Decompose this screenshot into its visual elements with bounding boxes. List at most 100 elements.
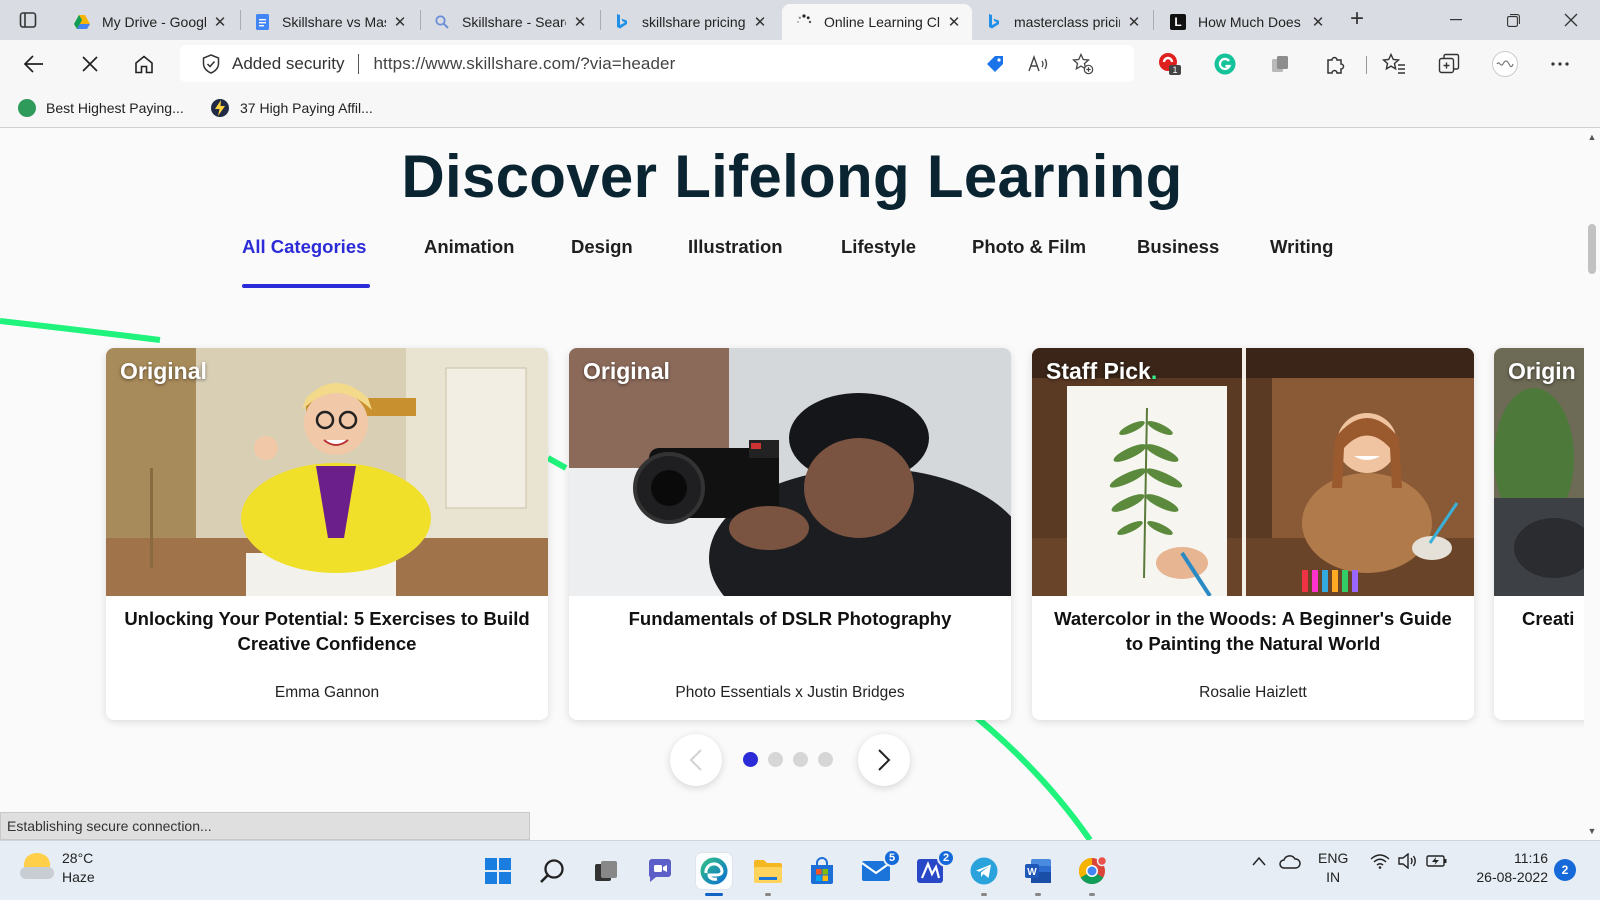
vertical-scrollbar[interactable]: ▲ ▼ [1584, 128, 1600, 840]
carousel-prev-button[interactable] [670, 734, 722, 786]
chrome-icon[interactable] [1074, 853, 1110, 889]
carousel-next-button[interactable] [858, 734, 910, 786]
tab-skillshare-vs-masterclass[interactable]: Skillshare vs MasterClass ✕ [240, 4, 418, 40]
carousel-dot[interactable] [743, 752, 758, 767]
class-card[interactable]: Original Fundamentals of DSLR Photograph… [569, 348, 1011, 720]
category-tab-all[interactable]: All Categories [242, 236, 366, 258]
adblock-extension-icon[interactable]: 1 [1157, 51, 1183, 77]
task-view-icon[interactable] [588, 853, 624, 889]
class-author[interactable]: Emma Gannon [122, 684, 532, 702]
volume-icon[interactable] [1398, 852, 1418, 872]
tag-icon[interactable] [984, 53, 1006, 75]
address-bar[interactable]: Added security https://www.skillshare.co… [180, 45, 1134, 82]
onedrive-cloud-icon[interactable] [1279, 855, 1301, 872]
category-tab-business[interactable]: Business [1137, 236, 1219, 258]
system-clock[interactable]: 11:16 26-08-2022 [1468, 849, 1548, 887]
class-title[interactable]: Watercolor in the Woods: A Beginner's Gu… [1048, 606, 1458, 656]
extension-icon[interactable] [1267, 51, 1293, 77]
grammarly-icon[interactable] [1212, 51, 1238, 77]
language-indicator[interactable]: ENG IN [1318, 849, 1348, 887]
class-card[interactable]: Staff Pick. Watercolor in the Woods: A B… [1032, 348, 1474, 720]
clock-date: 26-08-2022 [1476, 869, 1548, 885]
close-icon[interactable]: ✕ [392, 14, 408, 31]
favorite-link[interactable]: 37 High Paying Affil... [210, 97, 373, 119]
status-bar: Establishing secure connection... [0, 812, 530, 840]
minimize-button[interactable] [1440, 8, 1472, 32]
favorites-icon[interactable] [1381, 51, 1407, 77]
tab-how-much-does[interactable]: L How Much Does ✕ [1156, 4, 1336, 40]
tab-title: Skillshare vs MasterClass [282, 14, 386, 30]
google-docs-icon [254, 14, 270, 30]
battery-charging-icon[interactable] [1426, 853, 1448, 872]
class-author[interactable]: Photo Essentials x Justin Bridges [585, 684, 995, 702]
scrollbar-thumb[interactable] [1588, 224, 1596, 274]
taskbar-search-icon[interactable] [534, 853, 570, 889]
telegram-icon[interactable] [966, 853, 1002, 889]
close-icon[interactable]: ✕ [1310, 14, 1326, 31]
tab-actions-icon[interactable] [16, 8, 40, 32]
site-favicon-icon [18, 99, 36, 117]
tab-skillshare-pricing[interactable]: skillshare pricing ✕ [600, 4, 778, 40]
new-tab-button[interactable]: + [1345, 7, 1369, 32]
class-title[interactable]: Unlocking Your Potential: 5 Exercises to… [122, 606, 532, 656]
show-hidden-icons[interactable] [1252, 853, 1266, 869]
clock-time: 11:16 [1514, 850, 1548, 866]
word-icon[interactable]: W [1020, 853, 1056, 889]
notification-badge[interactable]: 2 [1554, 859, 1576, 881]
category-tab-writing[interactable]: Writing [1270, 236, 1333, 258]
wifi-icon[interactable] [1370, 853, 1390, 872]
restore-button[interactable] [1497, 8, 1529, 32]
security-label: Added security [232, 53, 345, 73]
browser-toolbar: Added security https://www.skillshare.co… [0, 40, 1600, 88]
shield-check-icon[interactable] [202, 53, 220, 74]
favorite-link[interactable]: Best Highest Paying... [18, 97, 184, 119]
card-badge: Original [583, 358, 670, 384]
close-icon[interactable]: ✕ [1126, 14, 1142, 31]
close-icon[interactable]: ✕ [212, 14, 228, 31]
category-tab-design[interactable]: Design [571, 236, 633, 258]
close-icon[interactable]: ✕ [752, 14, 768, 31]
class-card[interactable]: Origin Creati [1494, 348, 1584, 720]
microsoft-store-icon[interactable] [804, 853, 840, 889]
tab-my-drive[interactable]: My Drive - Google Drive ✕ [60, 4, 238, 40]
add-favorite-icon[interactable] [1072, 53, 1094, 75]
profile-avatar[interactable] [1492, 51, 1518, 77]
category-tab-photo-film[interactable]: Photo & Film [972, 236, 1086, 258]
card-badge: Origin [1508, 358, 1576, 384]
url-text[interactable]: https://www.skillshare.com/?via=header [373, 54, 675, 74]
scroll-up-arrow-icon[interactable]: ▲ [1587, 132, 1597, 142]
edge-browser-icon[interactable] [696, 853, 732, 889]
favorites-bar: Best Highest Paying... 37 High Paying Af… [0, 88, 1600, 128]
category-tab-illustration[interactable]: Illustration [688, 236, 783, 258]
category-tab-animation[interactable]: Animation [424, 236, 514, 258]
class-card[interactable]: Original Unlocking Your Potential: 5 Exe… [106, 348, 548, 720]
windows-logo-icon [485, 858, 511, 884]
carousel-dot[interactable] [818, 752, 833, 767]
class-title[interactable]: Creati [1522, 606, 1584, 631]
read-aloud-icon[interactable] [1028, 53, 1050, 75]
stop-loading-button[interactable] [78, 52, 102, 76]
collections-icon[interactable] [1436, 51, 1462, 77]
carousel-dot[interactable] [768, 752, 783, 767]
tab-masterclass-pricing[interactable]: masterclass pricing ✕ [972, 4, 1152, 40]
active-app-indicator [705, 893, 723, 896]
language-code: ENG [1318, 850, 1349, 866]
scroll-down-arrow-icon[interactable]: ▼ [1587, 826, 1597, 836]
back-button[interactable] [22, 52, 46, 76]
tab-online-learning[interactable]: Online Learning Classes ✕ [782, 4, 972, 40]
start-button[interactable] [480, 853, 516, 889]
extensions-puzzle-icon[interactable] [1322, 51, 1348, 77]
home-button[interactable] [132, 52, 156, 76]
category-tab-lifestyle[interactable]: Lifestyle [841, 236, 916, 258]
close-icon[interactable]: ✕ [572, 14, 588, 31]
close-icon[interactable]: ✕ [946, 14, 962, 31]
class-title[interactable]: Fundamentals of DSLR Photography [585, 606, 995, 631]
carousel-dot[interactable] [793, 752, 808, 767]
weather-widget[interactable]: 28°C Haze [20, 849, 95, 887]
class-author[interactable]: Rosalie Haizlett [1048, 684, 1458, 702]
chat-icon[interactable] [642, 853, 678, 889]
tab-skillshare-search[interactable]: Skillshare - Search ✕ [420, 4, 598, 40]
more-menu-icon[interactable] [1547, 51, 1573, 77]
close-window-button[interactable] [1555, 8, 1587, 32]
file-explorer-icon[interactable] [750, 853, 786, 889]
